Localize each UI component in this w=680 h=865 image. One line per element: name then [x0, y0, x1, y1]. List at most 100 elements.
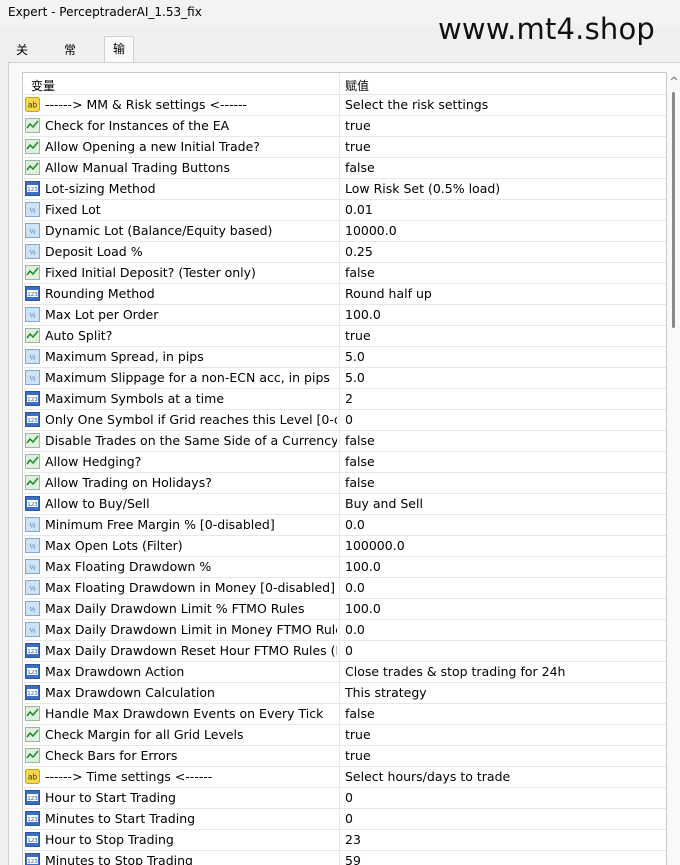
parameter-row[interactable]: ½ Max Floating Drawdown % 100.0 [23, 557, 666, 578]
parameter-value[interactable]: false [345, 160, 645, 175]
parameter-value[interactable]: 100.0 [345, 559, 645, 574]
parameter-value[interactable]: false [345, 454, 645, 469]
cell-divider [339, 599, 340, 620]
parameter-value[interactable]: false [345, 265, 645, 280]
parameter-row[interactable]: 123 Hour to Start Trading 0 [23, 788, 666, 809]
parameter-row[interactable]: ½ Max Floating Drawdown in Money [0-disab… [23, 578, 666, 599]
parameter-value[interactable]: 0 [345, 643, 645, 658]
parameter-value[interactable]: true [345, 727, 645, 742]
parameter-row[interactable]: ½ Minimum Free Margin % [0-disabled] 0.0 [23, 515, 666, 536]
parameter-value[interactable]: true [345, 328, 645, 343]
parameter-row[interactable]: Fixed Initial Deposit? (Tester only) fals… [23, 263, 666, 284]
parameter-value[interactable]: 0.0 [345, 622, 645, 637]
parameter-value[interactable]: 100000.0 [345, 538, 645, 553]
parameter-row[interactable]: 123 Minutes to Start Trading 0 [23, 809, 666, 830]
parameter-row[interactable]: ½ Dynamic Lot (Balance/Equity based) 10000… [23, 221, 666, 242]
parameter-row[interactable]: Check for Instances of the EA true [23, 116, 666, 137]
parameter-value[interactable]: 0 [345, 412, 645, 427]
parameter-name: Check Margin for all Grid Levels [45, 727, 244, 742]
parameter-row[interactable]: 123 Allow to Buy/Sell Buy and Sell [23, 494, 666, 515]
parameter-value[interactable]: 100.0 [345, 307, 645, 322]
parameter-value[interactable]: 0 [345, 811, 645, 826]
parameter-value[interactable]: Close trades & stop trading for 24h [345, 664, 645, 679]
parameter-value[interactable]: false [345, 475, 645, 490]
parameter-row[interactable]: 123 Hour to Stop Trading 23 [23, 830, 666, 851]
parameter-row[interactable]: 123 Only One Symbol if Grid reaches this … [23, 410, 666, 431]
parameter-row[interactable]: ab ------> MM & Risk settings <------ Sele… [23, 95, 666, 116]
bool-type-icon [25, 433, 41, 448]
tab-common[interactable]: 常用 [56, 38, 84, 81]
parameter-row[interactable]: Check Bars for Errors true [23, 746, 666, 767]
parameter-value[interactable]: 0.0 [345, 580, 645, 595]
parameter-row[interactable]: 123 Lot-sizing Method Low Risk Set (0.5% l… [23, 179, 666, 200]
parameter-row[interactable]: ½ Deposit Load % 0.25 [23, 242, 666, 263]
parameter-name: Rounding Method [45, 286, 155, 301]
parameter-value[interactable]: 2 [345, 391, 645, 406]
parameter-row[interactable]: ½ Max Open Lots (Filter) 100000.0 [23, 536, 666, 557]
column-header-value[interactable]: 赋值 [345, 77, 369, 94]
parameter-value[interactable]: 0.0 [345, 517, 645, 532]
parameter-row[interactable]: ½ Max Daily Drawdown Limit in Money FTMO … [23, 620, 666, 641]
parameter-row[interactable]: ½ Maximum Slippage for a non-ECN acc, in … [23, 368, 666, 389]
string-type-icon: ab [25, 769, 41, 784]
cell-divider [339, 284, 340, 305]
parameter-name: Max Daily Drawdown Limit % FTMO Rules [45, 601, 305, 616]
parameter-value[interactable]: Round half up [345, 286, 645, 301]
parameter-value[interactable]: 10000.0 [345, 223, 645, 238]
double-type-icon: ½ [25, 601, 41, 616]
svg-text:ab: ab [28, 773, 38, 782]
parameter-value[interactable]: 0.25 [345, 244, 645, 259]
tab-inputs[interactable]: 输入参数 [104, 36, 135, 128]
parameter-row[interactable]: Auto Split? true [23, 326, 666, 347]
parameter-row[interactable]: Allow Manual Trading Buttons false [23, 158, 666, 179]
parameter-value[interactable]: This strategy [345, 685, 645, 700]
tab-about[interactable]: 关于 [8, 38, 36, 81]
parameter-value[interactable]: Buy and Sell [345, 496, 645, 511]
parameter-name: Max Floating Drawdown in Money [0-disabl… [45, 580, 335, 595]
parameter-row[interactable]: ½ Fixed Lot 0.01 [23, 200, 666, 221]
parameter-value[interactable]: 0.01 [345, 202, 645, 217]
parameter-value[interactable]: 23 [345, 832, 645, 847]
parameter-row[interactable]: 123 Max Daily Drawdown Reset Hour FTMO Ru… [23, 641, 666, 662]
parameter-value[interactable]: true [345, 139, 645, 154]
parameter-row[interactable]: ½ Max Lot per Order 100.0 [23, 305, 666, 326]
parameter-value[interactable]: Select hours/days to trade [345, 769, 645, 784]
parameter-value[interactable]: false [345, 706, 645, 721]
parameter-value[interactable]: 5.0 [345, 370, 645, 385]
parameter-name: Disable Trades on the Same Side of a Cur… [45, 433, 337, 448]
double-type-icon: ½ [25, 517, 41, 532]
column-divider[interactable] [339, 73, 340, 95]
scrollbar-thumb[interactable] [672, 92, 675, 328]
parameter-row[interactable]: 123 Minutes to Stop Trading 59 [23, 851, 666, 865]
parameter-row[interactable]: 123 Maximum Symbols at a time 2 [23, 389, 666, 410]
parameter-row[interactable]: ½ Max Daily Drawdown Limit % FTMO Rules 10… [23, 599, 666, 620]
parameter-row[interactable]: Allow Opening a new Initial Trade? true [23, 137, 666, 158]
vertical-scrollbar[interactable] [669, 72, 679, 865]
parameter-name: Fixed Lot [45, 202, 101, 217]
cell-divider [339, 704, 340, 725]
parameter-value[interactable]: Low Risk Set (0.5% load) [345, 181, 645, 196]
parameter-value[interactable]: true [345, 118, 645, 133]
parameter-value[interactable]: 59 [345, 853, 645, 865]
parameter-row[interactable]: Disable Trades on the Same Side of a Cur… [23, 431, 666, 452]
parameter-value[interactable]: 100.0 [345, 601, 645, 616]
parameter-name: ------> MM & Risk settings <------ [45, 97, 248, 112]
cell-divider [339, 683, 340, 704]
parameter-value[interactable]: Select the risk settings [345, 97, 645, 112]
parameter-row[interactable]: 123 Max Drawdown Calculation This strategy [23, 683, 666, 704]
parameter-row[interactable]: Allow Trading on Holidays? false [23, 473, 666, 494]
parameter-row[interactable]: Check Margin for all Grid Levels true [23, 725, 666, 746]
parameter-row[interactable]: Handle Max Drawdown Events on Every Tick… [23, 704, 666, 725]
parameter-row[interactable]: 123 Max Drawdown Action Close trades & sto… [23, 662, 666, 683]
parameter-row[interactable]: ab ------> Time settings <------ Select ho… [23, 767, 666, 788]
parameter-value[interactable]: true [345, 748, 645, 763]
parameter-value[interactable]: 5.0 [345, 349, 645, 364]
column-header-variable[interactable]: 变量 [31, 77, 55, 94]
parameter-value[interactable]: 0 [345, 790, 645, 805]
parameter-name: Minutes to Start Trading [45, 811, 196, 826]
parameter-row[interactable]: 123 Rounding Method Round half up [23, 284, 666, 305]
parameter-row[interactable]: Allow Hedging? false [23, 452, 666, 473]
parameter-value[interactable]: false [345, 433, 645, 448]
scroll-up-arrow-icon[interactable] [669, 74, 679, 84]
parameter-row[interactable]: ½ Maximum Spread, in pips 5.0 [23, 347, 666, 368]
